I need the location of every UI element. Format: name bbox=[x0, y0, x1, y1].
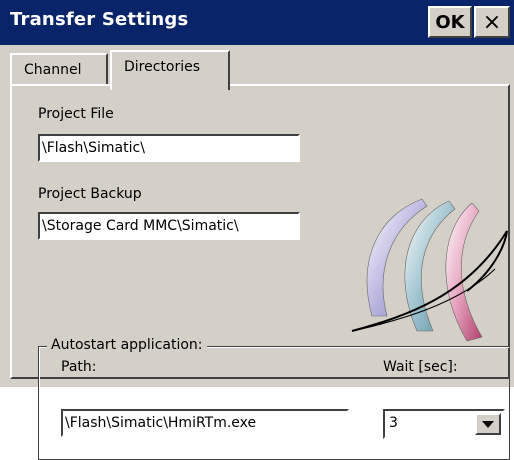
directories-panel: Project File \Flash\Simatic\ Project Bac… bbox=[10, 84, 510, 460]
autostart-group: Autostart application: Path: \Flash\Sima… bbox=[38, 337, 510, 460]
simatic-arcs-logo bbox=[351, 198, 508, 342]
tab-strip: Channel Directories bbox=[0, 45, 514, 90]
project-backup-label: Project Backup bbox=[38, 186, 142, 202]
wait-select[interactable]: 3 bbox=[383, 409, 505, 439]
window-title: Transfer Settings bbox=[10, 9, 189, 30]
path-label: Path: bbox=[61, 359, 97, 375]
title-bar: Transfer Settings OK × bbox=[0, 0, 514, 45]
project-backup-field[interactable]: \Storage Card MMC\Simatic\ bbox=[38, 212, 300, 240]
wait-label: Wait [sec]: bbox=[383, 359, 458, 375]
wait-value: 3 bbox=[389, 415, 398, 431]
ok-button[interactable]: OK bbox=[428, 6, 472, 38]
chevron-down-icon[interactable] bbox=[475, 413, 501, 435]
project-file-field[interactable]: \Flash\Simatic\ bbox=[38, 134, 300, 162]
path-field[interactable]: \Flash\Simatic\HmiRTm.exe bbox=[61, 409, 349, 437]
transfer-settings-dialog: Transfer Settings OK × Channel Directori… bbox=[0, 0, 514, 460]
project-file-label: Project File bbox=[38, 106, 114, 122]
tab-directories[interactable]: Directories bbox=[110, 50, 230, 90]
autostart-legend: Autostart application: bbox=[47, 337, 207, 353]
close-button[interactable]: × bbox=[474, 6, 510, 38]
